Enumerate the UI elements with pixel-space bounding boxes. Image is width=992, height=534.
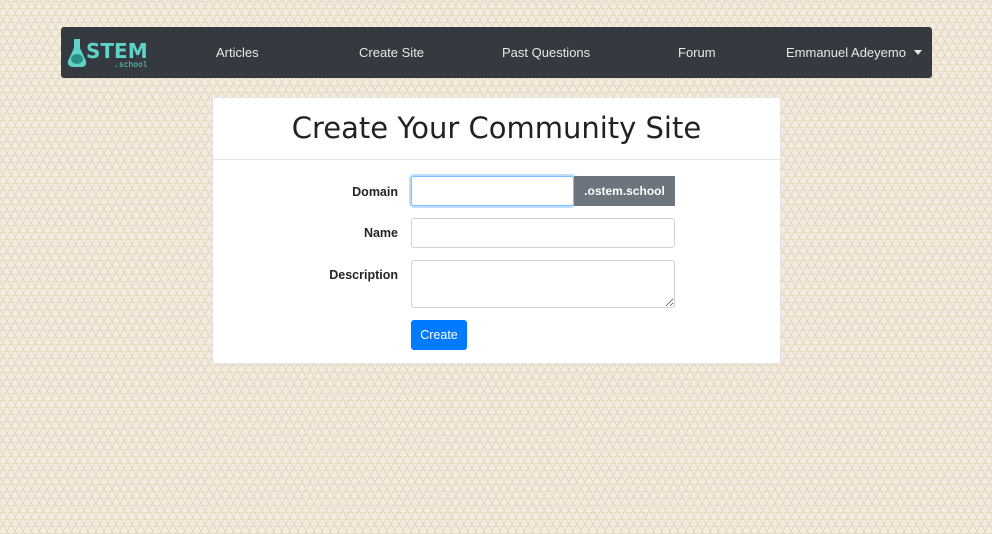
domain-input[interactable] (411, 176, 574, 206)
logo-subtext: .school (114, 60, 148, 69)
flask-icon: STEM .school (67, 39, 148, 69)
create-button[interactable]: Create (411, 320, 467, 350)
page-title: Create Your Community Site (213, 98, 780, 160)
caret-down-icon (913, 50, 922, 55)
user-menu-dropdown[interactable]: Emmanuel Adeyemo (786, 27, 922, 78)
site-logo[interactable]: STEM .school (66, 37, 154, 69)
description-textarea[interactable] (411, 260, 675, 308)
nav-past-questions[interactable]: Past Questions (502, 27, 590, 78)
description-label: Description (329, 268, 398, 282)
name-label: Name (363, 226, 398, 240)
user-name: Emmanuel Adeyemo (786, 45, 906, 60)
nav-forum[interactable]: Forum (678, 27, 716, 78)
nav-create-site[interactable]: Create Site (359, 27, 424, 78)
create-site-card: Create Your Community Site Domain .ostem… (212, 97, 781, 364)
nav-articles[interactable]: Articles (216, 27, 259, 78)
domain-suffix: .ostem.school (574, 176, 675, 206)
top-navbar: STEM .school Articles Create Site Past Q… (61, 27, 932, 78)
name-input[interactable] (411, 218, 675, 248)
domain-label: Domain (352, 185, 398, 199)
